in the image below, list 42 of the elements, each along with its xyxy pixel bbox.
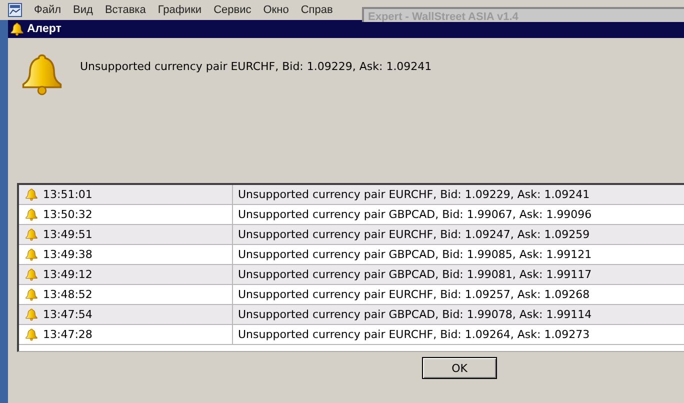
- menu-item[interactable]: Сервис: [208, 4, 258, 16]
- bell-icon: [25, 308, 38, 321]
- alert-row[interactable]: 13:47:54 Unsupported currency pair GBPCAD, Bid: 1.99078, Ask: 1.99114: [19, 305, 684, 325]
- alert-text: Unsupported currency pair GBPCAD, Bid: 1.99081, Ask: 1.99117: [238, 268, 592, 281]
- bell-icon: [25, 228, 38, 241]
- app-icon[interactable]: [8, 3, 22, 17]
- menu-item[interactable]: Вставка: [98, 4, 152, 16]
- bell-icon: [25, 268, 38, 281]
- alert-text: Unsupported currency pair EURCHF, Bid: 1.09229, Ask: 1.09241: [238, 188, 590, 201]
- menu-item[interactable]: Справ: [294, 4, 339, 16]
- bell-icon: [25, 208, 38, 221]
- alert-row[interactable]: 13:49:51 Unsupported currency pair EURCHF, Bid: 1.09247, Ask: 1.09259: [19, 225, 684, 245]
- bell-icon: [25, 328, 38, 341]
- alert-message: Unsupported currency pair EURCHF, Bid: 1.09229, Ask: 1.09241: [80, 60, 432, 75]
- alert-time: 13:51:01: [43, 188, 92, 201]
- alert-text: Unsupported currency pair GBPCAD, Bid: 1.99078, Ask: 1.99114: [238, 308, 592, 321]
- alert-time: 13:50:32: [43, 208, 92, 221]
- menu-item[interactable]: Графики: [152, 4, 208, 16]
- alert-text: Unsupported currency pair EURCHF, Bid: 1.09257, Ask: 1.09268: [238, 288, 590, 301]
- alert-row[interactable]: 13:51:01 Unsupported currency pair EURCHF, Bid: 1.09229, Ask: 1.09241: [19, 185, 684, 205]
- menu-item[interactable]: Файл: [28, 4, 68, 16]
- dialog-title: Алерт: [27, 23, 62, 35]
- alert-text: Unsupported currency pair GBPCAD, Bid: 1.99085, Ask: 1.99121: [238, 248, 592, 261]
- alert-time: 13:49:51: [43, 228, 92, 241]
- alert-row[interactable]: 13:47:28 Unsupported currency pair EURCHF, Bid: 1.09264, Ask: 1.09273: [19, 325, 684, 345]
- alert-text: Unsupported currency pair EURCHF, Bid: 1.09264, Ask: 1.09273: [238, 328, 590, 341]
- bell-icon: [25, 248, 38, 261]
- alert-row[interactable]: 13:49:12 Unsupported currency pair GBPCAD, Bid: 1.99081, Ask: 1.99117: [19, 265, 684, 285]
- bell-icon: [25, 188, 38, 201]
- alert-time: 13:47:28: [43, 328, 92, 341]
- alert-text: Unsupported currency pair GBPCAD, Bid: 1.99067, Ask: 1.99096: [238, 208, 592, 221]
- bell-icon: [20, 52, 64, 96]
- ok-button[interactable]: OK: [422, 357, 497, 379]
- alert-text: Unsupported currency pair EURCHF, Bid: 1.09247, Ask: 1.09259: [238, 228, 590, 241]
- alert-time: 13:47:54: [43, 308, 92, 321]
- bell-icon: [25, 288, 38, 301]
- alert-time: 13:49:38: [43, 248, 92, 261]
- bell-icon: [10, 22, 24, 36]
- alert-time: 13:48:52: [43, 288, 92, 301]
- menu-item[interactable]: Окно: [257, 4, 295, 16]
- menu-item[interactable]: Вид: [67, 4, 99, 16]
- alert-time: 13:49:12: [43, 268, 92, 281]
